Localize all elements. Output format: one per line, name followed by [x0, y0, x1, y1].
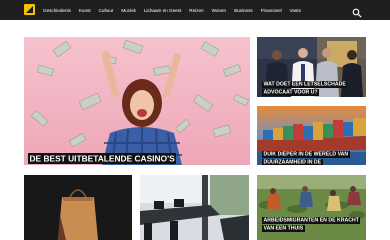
bottom-article-image — [140, 175, 249, 240]
featured-article-card[interactable]: DE BEST UITBETALENDE CASINO'S — [24, 37, 250, 165]
nav-item-wonen[interactable]: Wonen — [212, 8, 226, 13]
nav-item-reizen[interactable]: Reizen — [189, 8, 203, 13]
featured-article-title[interactable]: DE BEST UITBETALENDE CASINO'S — [28, 152, 177, 165]
nav-item-financieel[interactable]: Financieel — [261, 8, 282, 13]
search-icon[interactable] — [352, 5, 362, 18]
bottom-article-card[interactable] — [24, 175, 132, 240]
nav-item-cultuur[interactable]: Cultuur — [99, 8, 114, 13]
side-article-title[interactable]: WAT DOET EEN LETSELSCHADE ADVOCAAT VOOR … — [262, 80, 366, 96]
nav-item-lichaam-en-geest[interactable]: Lichaam en Geest — [144, 8, 181, 13]
site-logo-icon[interactable] — [24, 4, 35, 15]
nav-item-vaste[interactable]: Vaste — [290, 8, 301, 13]
main-nav: Geschiedenis Kunst Cultuur Muziek Lichaa… — [43, 0, 309, 20]
nav-item-kunst[interactable]: Kunst — [79, 8, 91, 13]
top-navigation-bar: Geschiedenis Kunst Cultuur Muziek Lichaa… — [0, 0, 390, 20]
featured-article-image — [24, 37, 250, 165]
bottom-article-title[interactable]: ARBEIDSMIGRANTEN EN DE KRACHT VAN EEN TH… — [262, 216, 366, 232]
side-article-title[interactable]: DUIK DIEPER IN DE WERELD VAN DUURZAAMHEI… — [262, 150, 366, 165]
bottom-article-card[interactable]: ARBEIDSMIGRANTEN EN DE KRACHT VAN EEN TH… — [257, 175, 366, 240]
side-article-card[interactable]: WAT DOET EEN LETSELSCHADE ADVOCAAT VOOR … — [257, 37, 366, 97]
nav-item-geschiedenis[interactable]: Geschiedenis — [43, 8, 71, 13]
bottom-article-image — [24, 175, 132, 240]
side-article-card[interactable]: DUIK DIEPER IN DE WERELD VAN DUURZAAMHEI… — [257, 106, 366, 165]
bottom-article-card[interactable] — [140, 175, 249, 240]
nav-item-muziek[interactable]: Muziek — [121, 8, 136, 13]
nav-item-business[interactable]: Business — [234, 8, 253, 13]
